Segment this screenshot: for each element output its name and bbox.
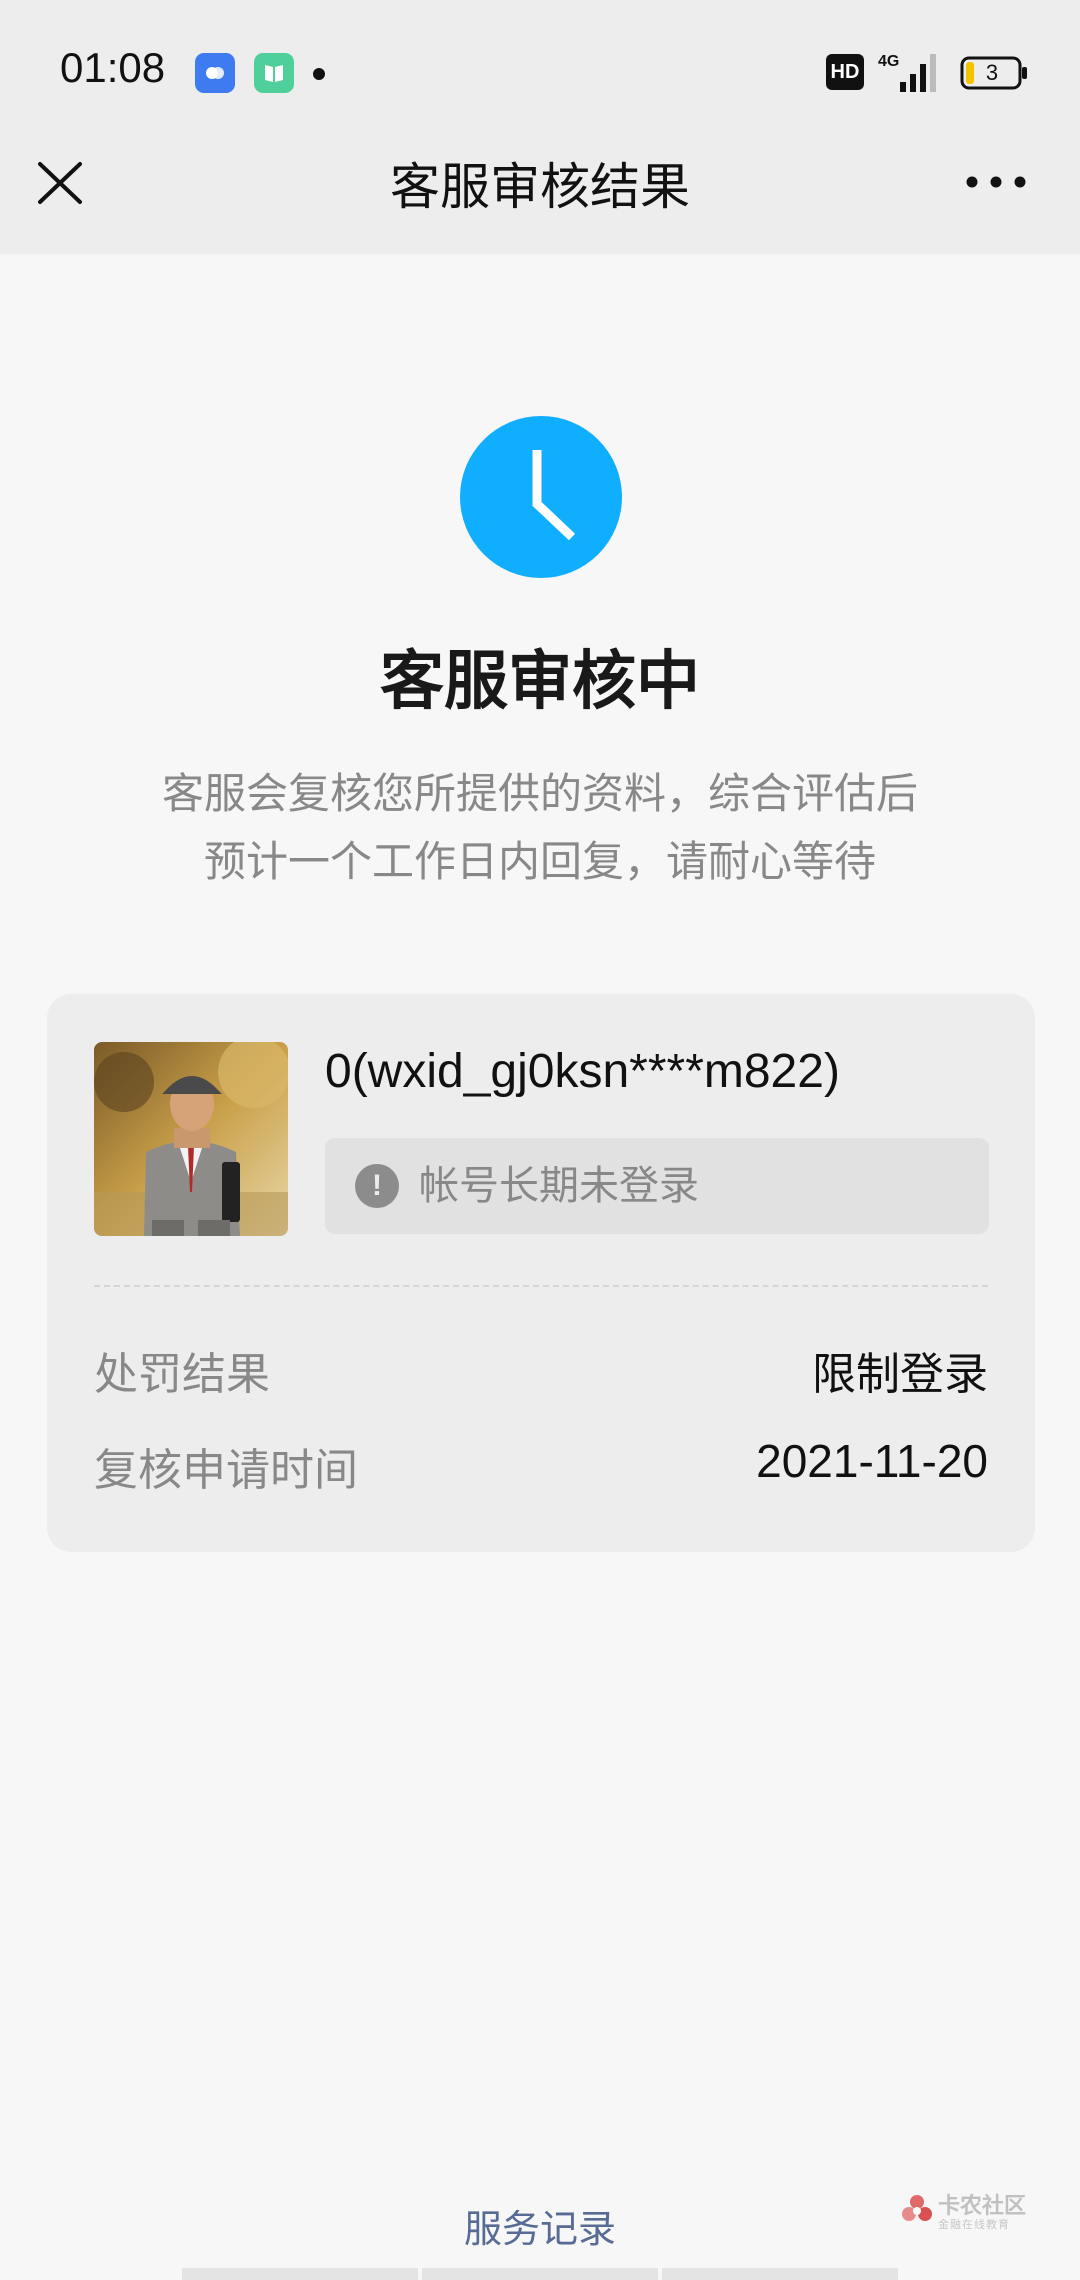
more-options-button[interactable] (960, 160, 1032, 200)
exclamation-icon: ! (355, 1164, 399, 1208)
strip-segment (422, 2268, 658, 2280)
review-request-time-label: 复核申请时间 (94, 1445, 358, 1496)
network-label: 4G (878, 53, 899, 70)
account-name: 0(wxid_gj0ksn****m822) (325, 1045, 840, 1098)
book-app-icon (254, 53, 294, 93)
page-title: 客服审核结果 (390, 158, 690, 216)
review-description-line2: 预计一个工作日内回复，请耐心等待 (203, 837, 876, 886)
bottom-tab-strip (180, 2268, 900, 2280)
strip-segment (662, 2268, 898, 2280)
message-app-icon (195, 53, 235, 93)
reason-text: 帐号长期未登录 (419, 1163, 699, 1209)
watermark-logo-icon (902, 2195, 932, 2221)
more-dots-icon (966, 176, 1026, 188)
signal-4g-icon: 4G (878, 53, 936, 92)
watermark: 卡农社区 金融在线教育 (900, 2188, 1030, 2236)
review-status-heading: 客服审核中 (380, 645, 700, 719)
watermark-subtitle: 金融在线教育 (938, 2218, 1010, 2231)
penalty-result-label: 处罚结果 (94, 1349, 270, 1400)
review-description-line1: 客服会复核您所提供的资料，综合评估后 (161, 769, 918, 818)
status-bar: 01:08 HD 4G 3 (0, 0, 1080, 148)
card-divider (94, 1285, 988, 1287)
clock-icon (460, 416, 622, 578)
hd-badge: HD (826, 54, 864, 90)
notification-dot-icon (313, 68, 325, 80)
account-card: 0(wxid_gj0ksn****m822) ! 帐号长期未登录 处罚结果 限制… (47, 994, 1035, 1552)
strip-segment (182, 2268, 418, 2280)
review-description: 客服会复核您所提供的资料，综合评估后 预计一个工作日内回复，请耐心等待 (80, 760, 1000, 896)
reason-box: ! 帐号长期未登录 (325, 1138, 989, 1234)
review-request-time-value: 2021-11-20 (756, 1435, 988, 1487)
penalty-result-value: 限制登录 (812, 1349, 988, 1400)
avatar (94, 1042, 288, 1236)
status-time: 01:08 (60, 44, 166, 91)
battery-level: 3 (985, 60, 999, 85)
